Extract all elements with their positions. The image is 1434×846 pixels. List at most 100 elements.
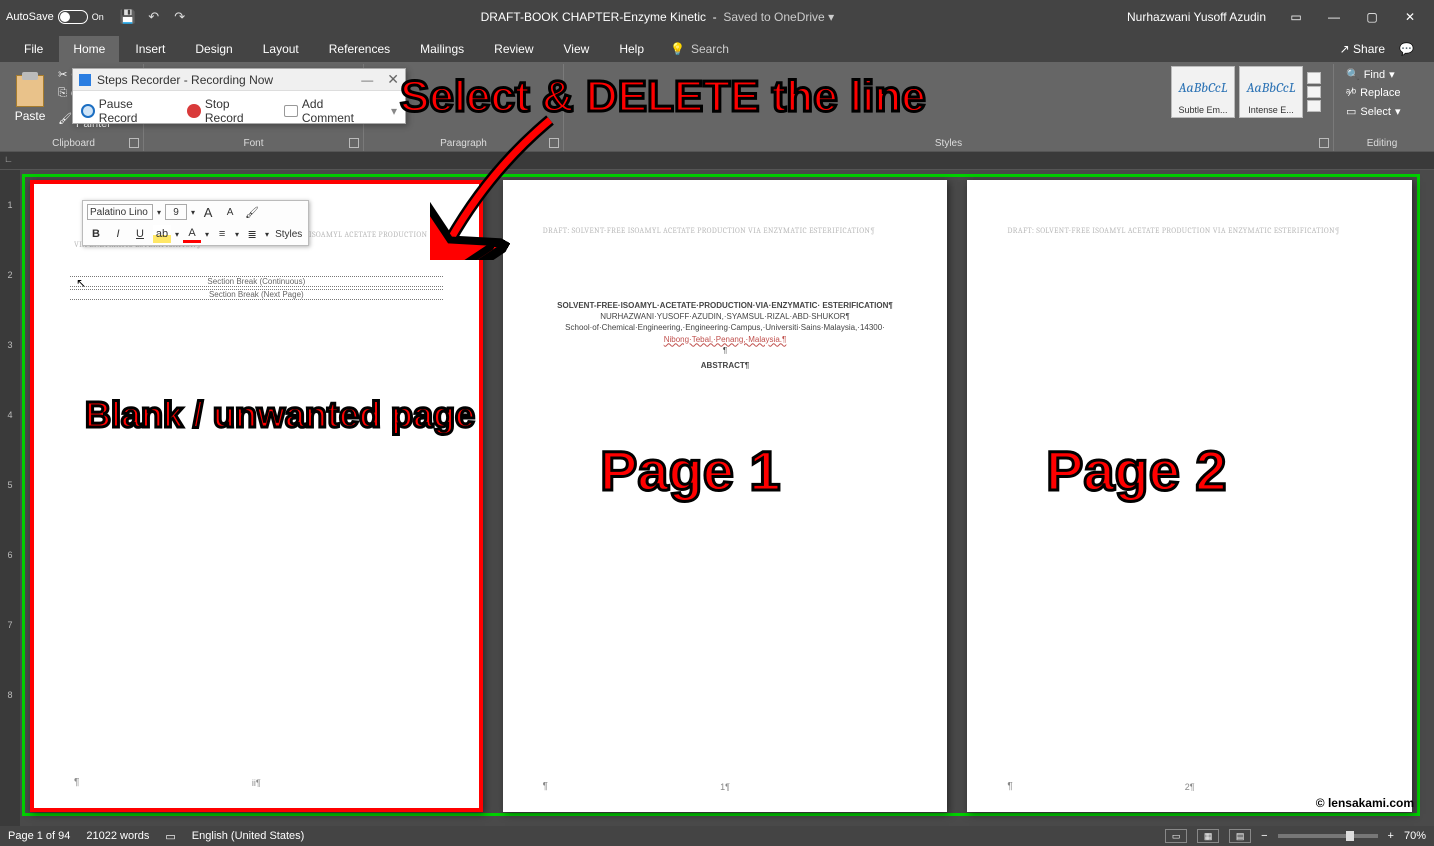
add-comment-button[interactable]: Add Comment (284, 97, 377, 125)
underline-icon[interactable]: U (131, 225, 149, 243)
save-icon[interactable]: 💾 (120, 9, 136, 25)
recorder-app-icon (79, 74, 91, 86)
status-language[interactable]: English (United States) (192, 830, 305, 842)
mini-font-selector[interactable]: Palatino Lino (87, 204, 153, 220)
recorder-close-icon[interactable]: ✕ (387, 71, 399, 88)
spellcheck-icon[interactable]: ▭ (165, 830, 175, 843)
style-subtle-emphasis[interactable]: AaBbCcL Subtle Em... (1171, 66, 1235, 118)
share-button[interactable]: ↗ Share (1340, 42, 1385, 56)
pause-record-button[interactable]: Pause Record (81, 97, 173, 125)
maximize-icon[interactable]: ▢ (1354, 5, 1390, 29)
tab-mailings[interactable]: Mailings (406, 36, 478, 62)
bullets-dropdown-icon[interactable]: ▾ (235, 230, 239, 239)
format-painter-icon[interactable]: 🖌 (243, 203, 261, 221)
zoom-in-icon[interactable]: + (1388, 830, 1394, 842)
tab-references[interactable]: References (315, 36, 404, 62)
styles-scroll-up-icon[interactable] (1307, 72, 1321, 84)
tab-design[interactable]: Design (181, 36, 246, 62)
select-label: Select (1360, 106, 1391, 118)
close-icon[interactable]: ✕ (1392, 5, 1428, 29)
find-button[interactable]: 🔍 Find ▾ (1342, 66, 1422, 83)
tab-home[interactable]: Home (59, 36, 119, 62)
pause-icon (81, 104, 95, 118)
paste-button[interactable]: Paste (12, 75, 48, 123)
status-page[interactable]: Page 1 of 94 (8, 830, 70, 842)
user-name[interactable]: Nurhazwani Yusoff Azudin (1127, 10, 1266, 24)
italic-icon[interactable]: I (109, 225, 127, 243)
saved-location[interactable]: Saved to OneDrive ▾ (723, 10, 834, 24)
autosave-toggle[interactable]: AutoSave On (6, 10, 104, 24)
page-number: 2¶ (1185, 782, 1195, 792)
comments-icon[interactable]: 💬 (1399, 42, 1414, 56)
numbering-icon[interactable]: ≣ (243, 225, 261, 243)
styles-dialog-launcher-icon[interactable] (1319, 138, 1329, 148)
select-button[interactable]: ▭ Select ▾ (1342, 103, 1422, 120)
recorder-menu-icon[interactable]: ▾ (391, 104, 397, 118)
doc-body-authors[interactable]: NURHAZWANI·YUSOFF·AZUDIN,·SYAMSUL·RIZAL·… (539, 311, 912, 322)
mini-styles-button[interactable]: Styles (273, 225, 304, 243)
ribbon-display-icon[interactable]: ▭ (1278, 5, 1314, 29)
highlight-dropdown-icon[interactable]: ▾ (175, 230, 179, 239)
tab-review[interactable]: Review (480, 36, 547, 62)
pages-container: DRAFT: SOLVENT-FREE ISOAMYL ACETATE PROD… (30, 180, 1412, 812)
stop-record-button[interactable]: Stop Record (187, 97, 270, 125)
tab-file[interactable]: File (10, 36, 57, 62)
recorder-title-bar[interactable]: Steps Recorder - Recording Now — ✕ (73, 69, 405, 91)
doc-body-title[interactable]: SOLVENT-FREE·ISOAMYL·ACETATE·PRODUCTION·… (539, 300, 912, 311)
shrink-font-icon[interactable]: A (221, 203, 239, 221)
grow-font-icon[interactable]: A (199, 203, 217, 221)
bold-icon[interactable]: B (87, 225, 105, 243)
redo-icon[interactable]: ↷ (172, 9, 188, 25)
highlight-icon[interactable]: ab (153, 225, 171, 243)
mini-size-selector[interactable]: 9 (165, 204, 187, 220)
ruler-mark: 4 (7, 410, 12, 420)
font-dialog-launcher-icon[interactable] (349, 138, 359, 148)
doc-body-affiliation2[interactable]: Nibong·Tebal,·Penang,·Malaysia.¶ (539, 334, 912, 345)
zoom-out-icon[interactable]: − (1261, 830, 1267, 842)
view-web-layout-icon[interactable]: ▤ (1229, 829, 1251, 843)
minimize-icon[interactable]: — (1316, 5, 1352, 29)
autosave-switch-icon[interactable] (58, 10, 88, 24)
section-break-next-page[interactable]: Section Break (Next Page) (70, 289, 443, 300)
undo-icon[interactable]: ↶ (146, 9, 162, 25)
mini-toolbar[interactable]: Palatino Lino ▾ 9 ▾ A A 🖌 B I U ab ▾ A ▾ (82, 200, 309, 246)
doc-body-affiliation[interactable]: School·of·Chemical·Engineering,·Engineer… (539, 322, 912, 333)
bullets-icon[interactable]: ≡ (213, 225, 231, 243)
doc-abstract-heading[interactable]: ABSTRACT¶ (539, 360, 912, 371)
view-print-layout-icon[interactable]: ▦ (1197, 829, 1219, 843)
group-editing: 🔍 Find ▾ ᵃ⁄ᵇ Replace ▭ Select ▾ Editing (1334, 64, 1430, 151)
tab-layout[interactable]: Layout (249, 36, 313, 62)
section-break-continuous[interactable]: Section Break (Continuous) (70, 276, 443, 287)
document-area[interactable]: 1 2 3 4 5 6 7 8 DRAFT: SOLVENT-FREE ISOA… (0, 170, 1434, 826)
font-color-icon[interactable]: A (183, 225, 201, 243)
steps-recorder-window[interactable]: Steps Recorder - Recording Now — ✕ Pause… (72, 68, 406, 124)
status-words[interactable]: 21022 words (86, 830, 149, 842)
page-1[interactable]: DRAFT: SOLVENT-FREE ISOAMYL ACETATE PROD… (503, 180, 948, 812)
autosave-label: AutoSave (6, 11, 54, 23)
mini-size-dropdown-icon[interactable]: ▾ (191, 208, 195, 217)
styles-scroll-down-icon[interactable] (1307, 86, 1321, 98)
mini-font-dropdown-icon[interactable]: ▾ (157, 208, 161, 217)
tab-help[interactable]: Help (605, 36, 658, 62)
horizontal-ruler[interactable]: ∟ (0, 152, 1434, 170)
recorder-minimize-icon[interactable]: — (361, 73, 373, 87)
vertical-ruler[interactable]: 1 2 3 4 5 6 7 8 (0, 170, 20, 826)
stop-icon (187, 104, 201, 118)
style-intense-emphasis[interactable]: AaBbCcL Intense E... (1239, 66, 1303, 118)
page-blank[interactable]: DRAFT: SOLVENT-FREE ISOAMYL ACETATE PROD… (30, 180, 483, 812)
zoom-slider[interactable] (1278, 834, 1378, 838)
paragraph-dialog-launcher-icon[interactable] (549, 138, 559, 148)
quick-access-toolbar: 💾 ↶ ↷ (120, 9, 188, 25)
tab-view[interactable]: View (550, 36, 604, 62)
view-read-mode-icon[interactable]: ▭ (1165, 829, 1187, 843)
replace-button[interactable]: ᵃ⁄ᵇ Replace (1342, 85, 1422, 101)
zoom-level[interactable]: 70% (1404, 830, 1426, 842)
pilcrow-icon: ¶ (74, 777, 79, 788)
tab-insert[interactable]: Insert (121, 36, 179, 62)
page-2[interactable]: DRAFT: SOLVENT-FREE ISOAMYL ACETATE PROD… (967, 180, 1412, 812)
tell-me-search[interactable]: 💡 Search (670, 42, 729, 62)
font-color-dropdown-icon[interactable]: ▾ (205, 230, 209, 239)
numbering-dropdown-icon[interactable]: ▾ (265, 230, 269, 239)
clipboard-dialog-launcher-icon[interactable] (129, 138, 139, 148)
styles-more-icon[interactable] (1307, 100, 1321, 112)
